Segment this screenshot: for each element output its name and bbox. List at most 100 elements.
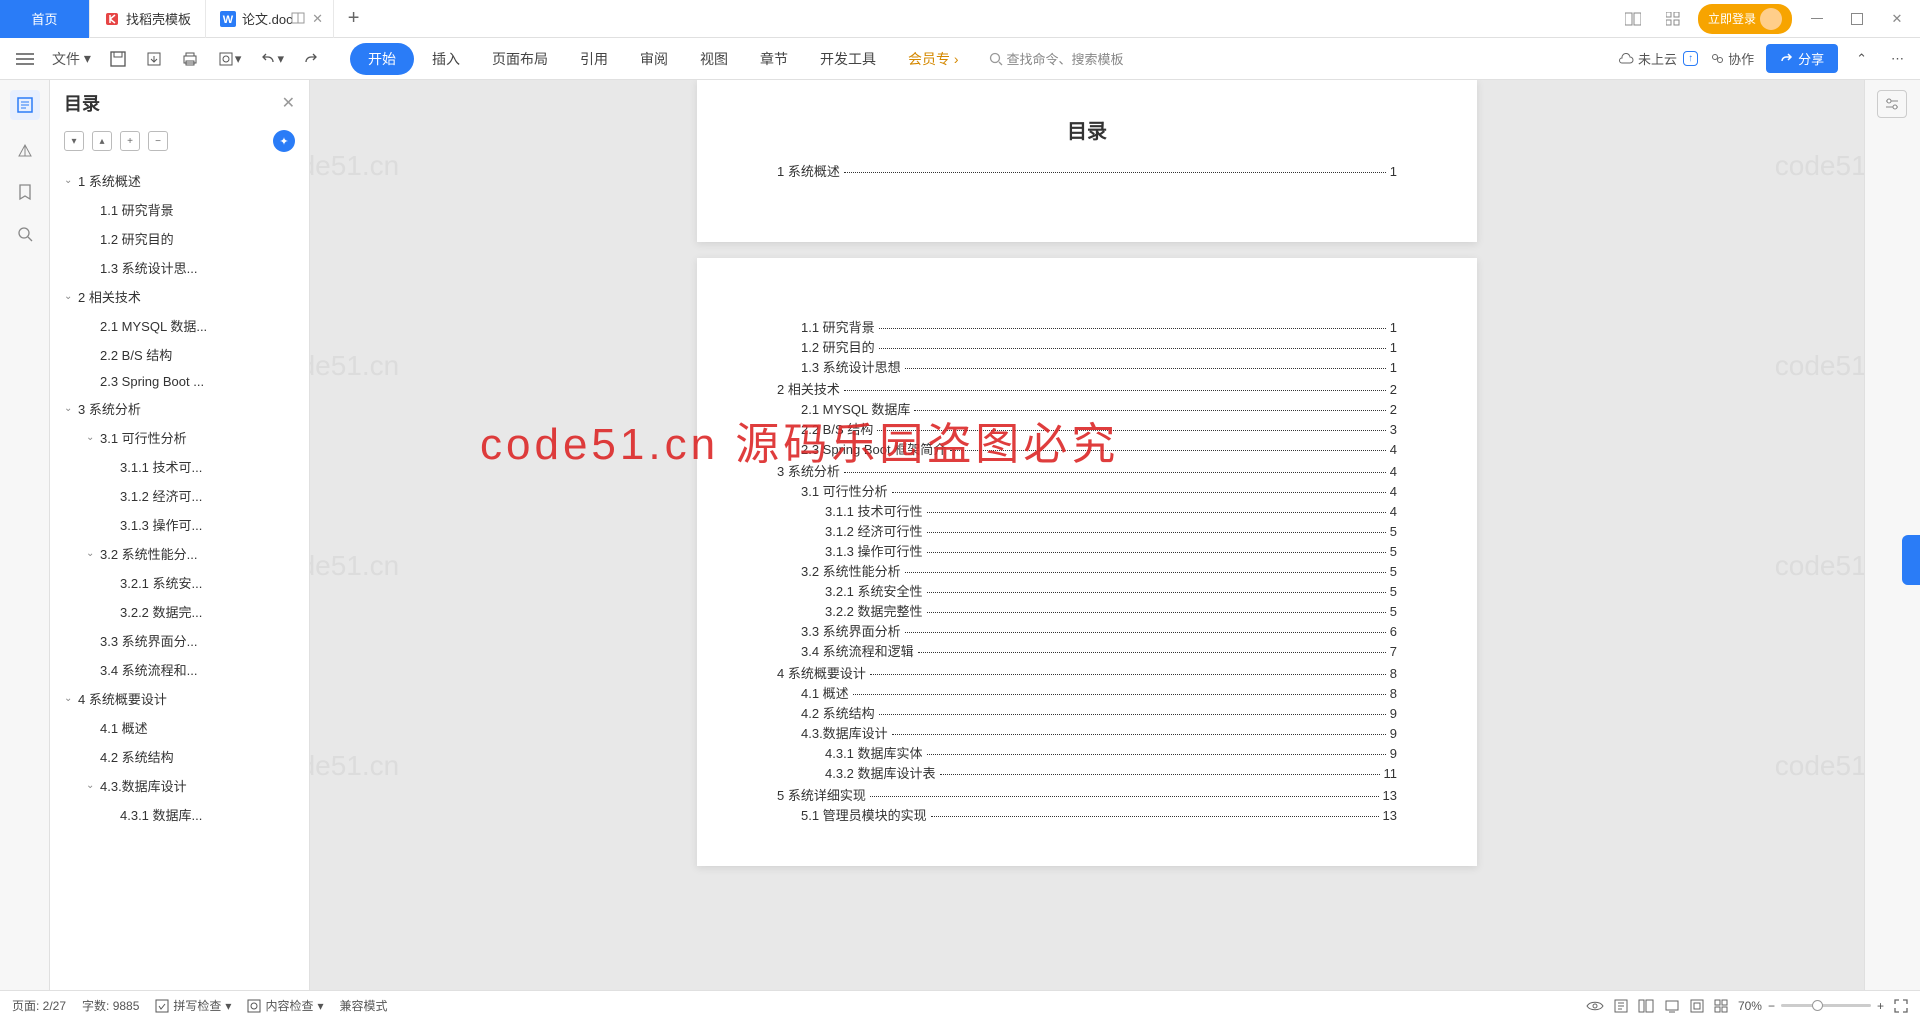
- menu-reference[interactable]: 引用: [566, 43, 622, 75]
- toc-entry[interactable]: 2.1 MYSQL 数据库2: [777, 400, 1397, 420]
- toc-entry[interactable]: 3.1.3 操作可行性5: [777, 542, 1397, 562]
- outline-item[interactable]: ⌄4.3.数据库设计: [58, 771, 305, 800]
- outline-item[interactable]: 3.1.1 技术可...: [58, 452, 305, 481]
- toc-entry[interactable]: 4.3.2 数据库设计表11: [777, 764, 1397, 784]
- outline-item[interactable]: 4.3.1 数据库...: [58, 800, 305, 829]
- view-grid-icon[interactable]: [1714, 999, 1728, 1013]
- zoom-slider[interactable]: [1781, 1004, 1871, 1007]
- side-handle[interactable]: [1902, 535, 1920, 585]
- file-menu[interactable]: 文件 ▾: [46, 45, 97, 73]
- ai-assist-icon[interactable]: ✦: [273, 130, 295, 152]
- export-icon[interactable]: [139, 46, 169, 72]
- toc-entry[interactable]: 3.1.2 经济可行性5: [777, 522, 1397, 542]
- word-count[interactable]: 字数: 9885: [82, 997, 139, 1014]
- layout-icon[interactable]: [1618, 4, 1648, 34]
- remove-item-icon[interactable]: −: [148, 131, 168, 151]
- outline-item[interactable]: 2.2 B/S 结构: [58, 340, 305, 369]
- outline-icon[interactable]: [10, 90, 40, 120]
- toc-entry[interactable]: 3.4 系统流程和逻辑7: [777, 642, 1397, 662]
- menu-view[interactable]: 视图: [686, 43, 742, 75]
- menu-devtools[interactable]: 开发工具: [806, 43, 890, 75]
- command-search[interactable]: 查找命令、搜索模板: [989, 49, 1124, 68]
- outline-item[interactable]: ⌄1 系统概述: [58, 166, 305, 195]
- zoom-in-button[interactable]: +: [1877, 999, 1884, 1013]
- undo-icon[interactable]: ▾: [253, 47, 290, 71]
- window-maximize[interactable]: [1842, 4, 1872, 34]
- tab-home[interactable]: 首页: [0, 0, 90, 38]
- view-web-icon[interactable]: [1664, 999, 1680, 1013]
- outline-item[interactable]: 3.3 系统界面分...: [58, 626, 305, 655]
- toc-entry[interactable]: 3.1 可行性分析4: [777, 482, 1397, 502]
- spellcheck-button[interactable]: 拼写检查 ▾: [155, 997, 231, 1014]
- menu-review[interactable]: 审阅: [626, 43, 682, 75]
- collapse-all-icon[interactable]: ▾: [64, 131, 84, 151]
- outline-item[interactable]: 4.2 系统结构: [58, 742, 305, 771]
- zoom-out-button[interactable]: −: [1768, 999, 1775, 1013]
- menu-start[interactable]: 开始: [350, 43, 414, 75]
- outline-item[interactable]: 3.1.2 经济可...: [58, 481, 305, 510]
- toc-entry[interactable]: 3 系统分析4: [777, 462, 1397, 482]
- outline-item[interactable]: 3.4 系统流程和...: [58, 655, 305, 684]
- add-item-icon[interactable]: +: [120, 131, 140, 151]
- outline-item[interactable]: 1.2 研究目的: [58, 224, 305, 253]
- view-print-icon[interactable]: [1614, 999, 1628, 1013]
- search-panel-icon[interactable]: [13, 222, 37, 246]
- redo-icon[interactable]: [296, 48, 326, 70]
- toc-entry[interactable]: 5 系统详细实现13: [777, 786, 1397, 806]
- fullscreen-icon[interactable]: [1894, 999, 1908, 1013]
- view-outline-icon[interactable]: [1638, 999, 1654, 1013]
- toc-entry[interactable]: 1.3 系统设计思想1: [777, 358, 1397, 378]
- tab-document[interactable]: W 论文.doc ✕: [206, 0, 334, 38]
- outline-item[interactable]: ⌄3 系统分析: [58, 394, 305, 423]
- toc-entry[interactable]: 4 系统概要设计8: [777, 664, 1397, 684]
- close-outline-icon[interactable]: ✕: [282, 93, 295, 113]
- zoom-control[interactable]: 70% − +: [1738, 999, 1884, 1013]
- outline-item[interactable]: 1.3 系统设计思...: [58, 253, 305, 282]
- collapse-ribbon-icon[interactable]: ⌃: [1850, 47, 1873, 71]
- view-focus-icon[interactable]: [1690, 999, 1704, 1013]
- outline-item[interactable]: 2.1 MYSQL 数据...: [58, 311, 305, 340]
- new-tab-button[interactable]: +: [334, 0, 374, 38]
- share-button[interactable]: 分享: [1766, 44, 1838, 73]
- toc-entry[interactable]: 1 系统概述1: [777, 162, 1397, 182]
- outline-item[interactable]: 4.1 概述: [58, 713, 305, 742]
- toc-entry[interactable]: 5.1 管理员模块的实现13: [777, 806, 1397, 826]
- outline-item[interactable]: ⌄4 系统概要设计: [58, 684, 305, 713]
- menu-icon[interactable]: [10, 48, 40, 70]
- outline-item[interactable]: 2.3 Spring Boot ...: [58, 369, 305, 394]
- toc-entry[interactable]: 3.1.1 技术可行性4: [777, 502, 1397, 522]
- document-canvas[interactable]: code51.cn 源码乐园盗图必究 code51.cn code51.cn c…: [310, 80, 1864, 990]
- window-close[interactable]: ✕: [1882, 4, 1912, 34]
- tab-template[interactable]: 找稻壳模板: [90, 0, 206, 38]
- page-indicator[interactable]: 页面: 2/27: [12, 997, 66, 1014]
- window-minimize[interactable]: [1802, 4, 1832, 34]
- cloud-status[interactable]: 未上云↑: [1618, 49, 1698, 68]
- toc-entry[interactable]: 3.2.2 数据完整性5: [777, 602, 1397, 622]
- toc-entry[interactable]: 3.2 系统性能分析5: [777, 562, 1397, 582]
- toc-entry[interactable]: 2.3 Spring Boot 框架简介4: [777, 440, 1397, 460]
- outline-item[interactable]: ⌄2 相关技术: [58, 282, 305, 311]
- content-check-button[interactable]: 内容检查 ▾: [247, 997, 323, 1014]
- outline-item[interactable]: 1.1 研究背景: [58, 195, 305, 224]
- print-icon[interactable]: [175, 46, 205, 72]
- menu-insert[interactable]: 插入: [418, 43, 474, 75]
- view-reading-icon[interactable]: [1586, 1000, 1604, 1012]
- preview-icon[interactable]: ▾: [211, 46, 248, 72]
- settings-icon[interactable]: [1877, 90, 1907, 118]
- expand-all-icon[interactable]: ▴: [92, 131, 112, 151]
- outline-item[interactable]: 3.2.2 数据完...: [58, 597, 305, 626]
- save-icon[interactable]: [103, 46, 133, 72]
- menu-chapter[interactable]: 章节: [746, 43, 802, 75]
- menu-layout[interactable]: 页面布局: [478, 43, 562, 75]
- toc-entry[interactable]: 2.2 B/S 结构3: [777, 420, 1397, 440]
- outline-item[interactable]: 3.1.3 操作可...: [58, 510, 305, 539]
- toc-entry[interactable]: 3.3 系统界面分析6: [777, 622, 1397, 642]
- collab-button[interactable]: 协作: [1710, 49, 1754, 68]
- toc-entry[interactable]: 1.2 研究目的1: [777, 338, 1397, 358]
- menu-vip[interactable]: 会员专 ›: [894, 43, 973, 75]
- toc-entry[interactable]: 2 相关技术2: [777, 380, 1397, 400]
- toc-entry[interactable]: 1.1 研究背景1: [777, 318, 1397, 338]
- apps-icon[interactable]: [1658, 4, 1688, 34]
- close-tab-icon[interactable]: ✕: [309, 10, 327, 28]
- toc-entry[interactable]: 4.3.1 数据库实体9: [777, 744, 1397, 764]
